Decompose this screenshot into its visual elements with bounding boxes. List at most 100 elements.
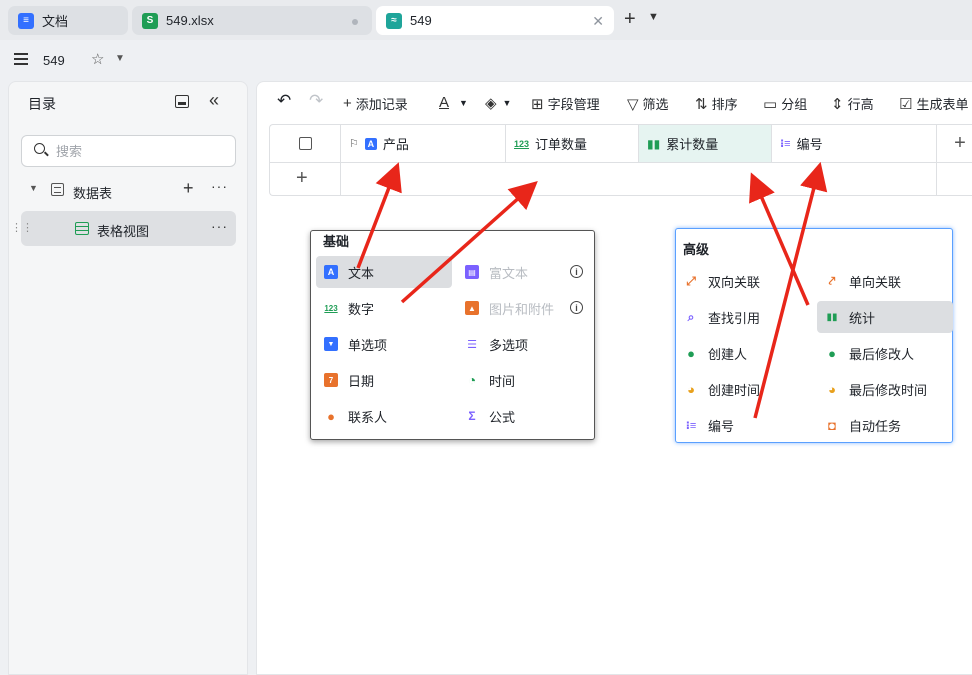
single-select-icon: ▼ [324,337,338,351]
close-icon[interactable]: ✕ [592,13,604,30]
column-header-product[interactable]: ⚐ A 产品 [341,125,506,162]
menu-item-created-time[interactable]: ◕ 创建时间 [676,373,812,405]
font-color-icon: A [439,94,450,111]
tab-xlsx[interactable]: S 549.xlsx [132,6,372,35]
menu-item-stats[interactable]: ▮▮ 统计 [817,301,953,333]
column-header-number[interactable]: ⁝≡ 编号 [772,125,937,162]
menu-item-label: 创建时间 [708,382,761,398]
add-record-button[interactable]: + 添加记录 [343,94,408,113]
search-input[interactable] [56,142,226,160]
info-icon[interactable]: i [570,265,583,278]
search-icon [34,143,45,154]
document-title[interactable]: 549 [43,53,65,68]
column-label: 订单数量 [535,137,588,152]
tab-label: 549 [410,13,432,28]
image-icon: ▲ [465,301,479,315]
advanced-field-type-menu: 高级 ⤢ 双向关联 ⌕ 查找引用 ● 创建人 ◕ 创建时间 ⁝≡ 编号 ⤤ 单向关联 ▮▮ 统… [675,228,953,443]
multi-select-icon: ☰ [467,338,477,351]
collapse-icon[interactable]: « [209,90,219,111]
menu-item-bilink[interactable]: ⤢ 双向关联 [676,265,812,297]
select-all-checkbox[interactable] [299,137,312,150]
link-icon: ⤤ [828,273,836,288]
table-icon [51,183,64,196]
tab-base[interactable]: ≈ 549 ✕ [376,6,614,35]
generate-form-button[interactable]: ☑ 生成表单 [899,94,968,113]
stats-icon: ▮▮ [647,136,661,151]
column-header-cumulative-qty[interactable]: ▮▮ 累计数量 [639,125,772,162]
grid-icon: ⊞ [531,95,544,113]
data-grid: ⚐ A 产品 123 订单数量 ▮▮ 累计数量 ⁝≡ 编号 + + [269,124,972,196]
field-manage-button[interactable]: ⊞ 字段管理 [531,94,600,113]
fill-color-button[interactable]: ◈ ▼ [485,94,511,112]
base-icon: ≈ [386,12,402,29]
add-icon[interactable]: + [183,178,194,199]
basic-field-type-menu: 基础 A 文本 123 数字 ▼ 单选项 7 日期 ● 联系人 ▤ 富文本 i ▲ 图片和附件… [310,230,595,440]
drag-handle-icon[interactable]: ⋮⋮ [11,221,33,234]
row-height-button[interactable]: ⇕ 行高 [831,94,874,113]
column-label: 编号 [796,137,823,152]
info-icon[interactable]: i [570,301,583,314]
toolbar: ↶ ↷ + 添加记录 A ▼ ◈ ▼ ⊞ 字段管理 ▽ 筛选 ⇅ 排序 ▭ 分组 ⇕ 行高 ☑ 生… [257,82,972,122]
menu-item-person[interactable]: ● 联系人 [316,400,452,432]
row-height-label: 行高 [847,97,874,112]
panel-icon[interactable] [175,95,189,108]
sort-button[interactable]: ⇅ 排序 [695,94,738,113]
menu-item-link[interactable]: ⤤ 单向关联 [817,265,953,297]
modified-time-icon: ◕ [828,381,836,397]
title-bar: 549 ☆ ▼ [0,40,972,80]
bilink-icon: ⤢ [686,273,696,288]
divider [936,163,937,196]
add-column-button[interactable]: + [937,125,972,162]
sort-icon: ⇅ [695,95,708,113]
menu-item-single-select[interactable]: ▼ 单选项 [316,328,452,360]
caret-down-icon[interactable]: ▼ [29,183,38,193]
menu-item-text[interactable]: A 文本 [316,256,452,288]
filter-button[interactable]: ▽ 筛选 [627,94,669,113]
sidebar-item-table[interactable]: ▼ 数据表 + ··· [21,177,236,203]
menu-item-modifier[interactable]: ● 最后修改人 [817,337,953,369]
creator-icon: ● [687,345,695,361]
menu-item-automation[interactable]: ◘ 自动任务 [817,409,953,441]
menu-item-modified-time[interactable]: ◕ 最后修改时间 [817,373,953,405]
date-icon: 7 [324,373,338,387]
group-label: 分组 [781,97,808,112]
star-icon[interactable]: ☆ [91,50,104,68]
menu-item-label: 联系人 [348,409,388,425]
menu-item-label: 双向关联 [708,274,761,290]
menu-item-label: 单向关联 [849,274,902,290]
menu-item-date[interactable]: 7 日期 [316,364,452,396]
header-row: ⚐ A 产品 123 订单数量 ▮▮ 累计数量 ⁝≡ 编号 + [270,125,972,163]
column-header-order-qty[interactable]: 123 订单数量 [506,125,639,162]
menu-item-number[interactable]: 123 数字 [316,292,452,324]
menu-item-formula[interactable]: Σ 公式 [457,400,593,432]
tab-strip: ≡ 文档 S 549.xlsx ≈ 549 ✕ + ▼ [0,0,972,40]
sidebar-item-grid-view[interactable]: ⋮⋮ 表格视图 ··· [11,211,236,246]
field-manage-label: 字段管理 [547,97,600,112]
number-icon: 123 [514,138,530,149]
robot-icon: ◘ [828,417,836,433]
sidebar-title: 目录 [28,96,56,112]
menu-item-label: 单选项 [348,337,388,353]
menu-item-autonumber[interactable]: ⁝≡ 编号 [676,409,812,441]
tab-doc[interactable]: ≡ 文档 [8,6,128,35]
lookup-icon: ⌕ [687,309,695,324]
more-icon[interactable]: ··· [211,218,228,234]
font-color-button[interactable]: A ▼ [439,94,468,111]
menu-icon[interactable] [14,53,28,65]
redo-icon[interactable]: ↷ [309,91,323,111]
more-icon[interactable]: ··· [211,178,228,194]
add-row-button[interactable]: + [296,167,308,190]
menu-item-creator[interactable]: ● 创建人 [676,337,812,369]
menu-item-label: 统计 [849,310,876,326]
menu-item-lookup[interactable]: ⌕ 查找引用 [676,301,812,333]
menu-item-time[interactable]: ◔ 时间 [457,364,593,396]
chevron-down-icon[interactable]: ▼ [648,11,659,23]
menu-item-multi-select[interactable]: ☰ 多选项 [457,328,593,360]
undo-icon[interactable]: ↶ [277,91,291,111]
menu-item-label: 富文本 [489,265,529,281]
search-box[interactable] [21,135,236,167]
plus-icon: + [343,95,352,112]
group-button[interactable]: ▭ 分组 [763,94,807,113]
new-tab-button[interactable]: + [624,9,636,29]
chevron-down-icon[interactable]: ▼ [115,53,125,64]
